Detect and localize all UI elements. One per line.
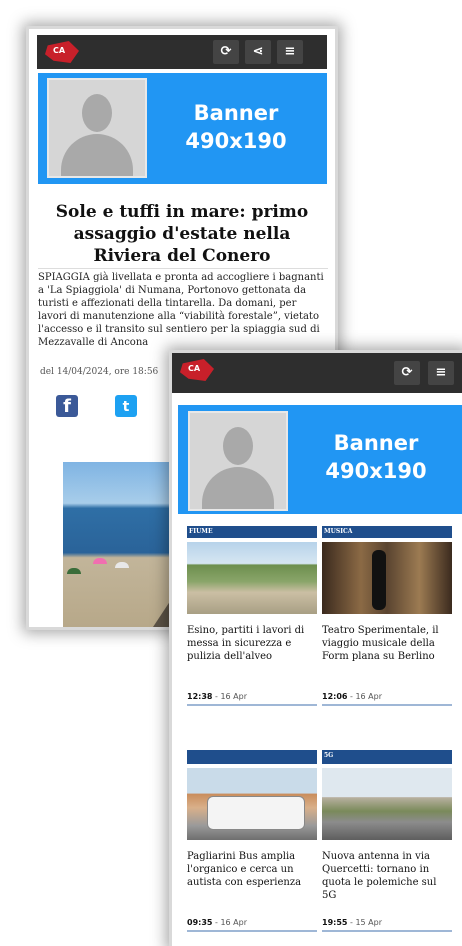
category-tag: [187, 750, 317, 764]
placeholder-avatar: [188, 411, 288, 511]
news-card[interactable]: MUSICA Teatro Sperimentale, il viaggio m…: [322, 526, 452, 706]
facebook-share-icon[interactable]: f: [56, 395, 78, 417]
refresh-icon[interactable]: ⟳: [213, 40, 239, 64]
logo-text: CA: [188, 364, 201, 373]
news-headline[interactable]: Esino, partiti i lavori di messa in sicu…: [187, 624, 317, 692]
menu-icon[interactable]: ≡: [428, 361, 454, 385]
news-hour: 12:38: [187, 692, 213, 701]
banner-line2: 490x190: [325, 459, 427, 483]
category-tag: 5G: [322, 750, 452, 764]
news-time: 12:38 - 16 Apr: [187, 692, 317, 706]
news-thumbnail: [187, 768, 317, 840]
news-date: - 15 Apr: [347, 918, 383, 927]
news-card[interactable]: Pagliarini Bus amplia l'organico e cerca…: [187, 750, 317, 932]
logo-text: CA: [53, 46, 66, 55]
news-thumbnail: [322, 542, 452, 614]
twitter-share-icon[interactable]: t: [115, 395, 137, 417]
category-tag: MUSICA: [322, 526, 452, 538]
news-card[interactable]: FIUME Esino, partiti i lavori di messa i…: [187, 526, 317, 706]
news-headline[interactable]: Teatro Sperimentale, il viaggio musicale…: [322, 624, 452, 692]
news-hour: 19:55: [322, 918, 348, 927]
news-date: - 16 Apr: [212, 918, 248, 927]
banner-ad[interactable]: Banner 490x190: [178, 405, 462, 514]
beach-umbrella: [67, 568, 81, 574]
banner-line2: 490x190: [185, 129, 287, 153]
news-time: 19:55 - 15 Apr: [322, 918, 452, 932]
logo[interactable]: CA: [45, 41, 79, 63]
logo[interactable]: CA: [180, 359, 214, 381]
banner-line1: Banner: [333, 431, 419, 455]
banner-label: Banner 490x190: [150, 99, 322, 155]
bus: [207, 796, 305, 830]
article-title: Sole e tuffi in mare: primo assaggio d'e…: [55, 202, 309, 266]
news-thumbnail: [322, 768, 452, 840]
beach-umbrella: [115, 562, 129, 568]
category-tag: FIUME: [187, 526, 317, 538]
article-lede: SPIAGGIA già livellata e pronta ad accog…: [38, 268, 328, 349]
performer: [372, 550, 386, 610]
news-hour: 09:35: [187, 918, 213, 927]
news-headline[interactable]: Nuova antenna in via Quercetti: tornano …: [322, 850, 452, 918]
news-card[interactable]: 5G Nuova antenna in via Quercetti: torna…: [322, 750, 452, 932]
news-thumbnail: [187, 542, 317, 614]
menu-icon[interactable]: ≡: [277, 40, 303, 64]
news-list-screen: CA ⟳ ≡ Banner 490x190 FIUME Esino, parti…: [172, 353, 462, 946]
placeholder-avatar: [47, 78, 147, 178]
banner-label: Banner 490x190: [290, 429, 462, 485]
share-icon[interactable]: ⋖: [245, 40, 271, 64]
news-headline[interactable]: Pagliarini Bus amplia l'organico e cerca…: [187, 850, 317, 918]
news-hour: 12:06: [322, 692, 348, 701]
refresh-icon[interactable]: ⟳: [394, 361, 420, 385]
news-date: - 16 Apr: [347, 692, 383, 701]
banner-line1: Banner: [193, 101, 279, 125]
news-time: 12:06 - 16 Apr: [322, 692, 452, 706]
article-meta: del 14/04/2024, ore 18:56: [40, 367, 159, 377]
beach-umbrella: [93, 558, 107, 564]
news-time: 09:35 - 16 Apr: [187, 918, 317, 932]
news-date: - 16 Apr: [212, 692, 248, 701]
top-bar: CA ⟳ ⋖ ≡: [37, 35, 327, 69]
top-bar: CA ⟳ ≡: [172, 353, 462, 393]
banner-ad[interactable]: Banner 490x190: [38, 73, 327, 184]
